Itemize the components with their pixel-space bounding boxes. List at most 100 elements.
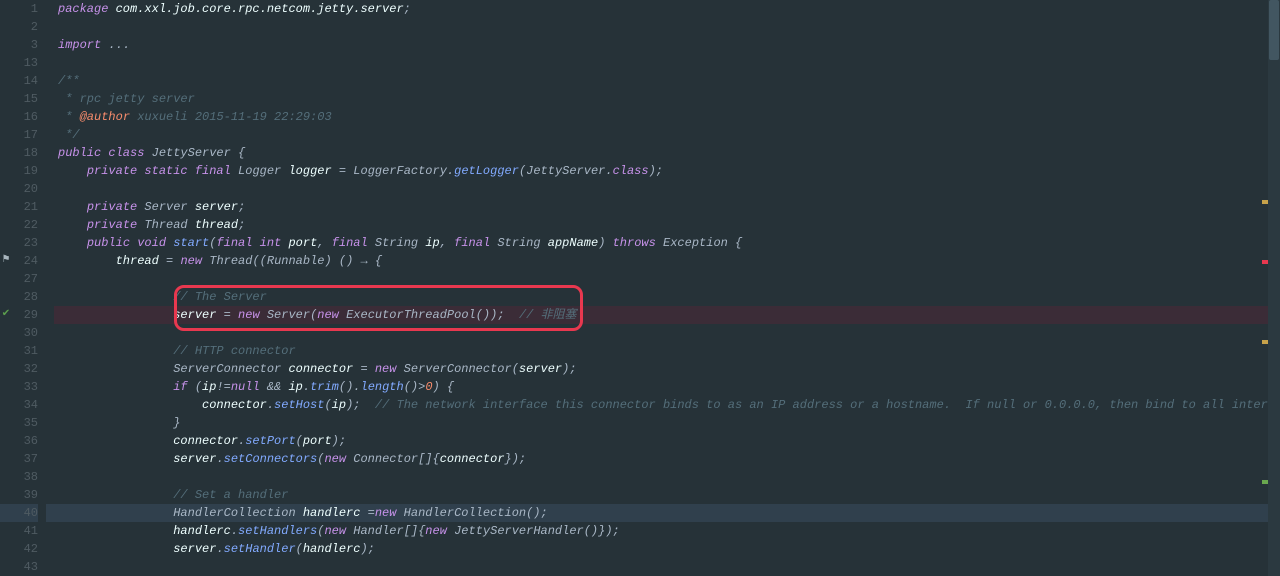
gutter-mark <box>0 378 12 396</box>
line-number[interactable]: 3 <box>12 36 38 54</box>
gutter-mark <box>0 414 12 432</box>
gutter-mark <box>0 54 12 72</box>
line-number[interactable]: 40 <box>12 504 38 522</box>
gutter-mark <box>0 162 12 180</box>
code-line[interactable] <box>54 468 1280 486</box>
code-line[interactable]: */ <box>54 126 1280 144</box>
gutter-mark <box>0 18 12 36</box>
code-line[interactable] <box>54 18 1280 36</box>
error-stripe-mark[interactable] <box>1262 480 1268 484</box>
line-number[interactable]: 32 <box>12 360 38 378</box>
code-line[interactable] <box>54 180 1280 198</box>
code-line[interactable]: private Thread thread; <box>54 216 1280 234</box>
code-line[interactable]: if (ip!=null && ip.trim().length()>0) { <box>54 378 1280 396</box>
line-number[interactable]: 14 <box>12 72 38 90</box>
gutter-mark <box>0 396 12 414</box>
code-line[interactable]: private Server server; <box>54 198 1280 216</box>
gutter-mark <box>0 486 12 504</box>
line-number[interactable]: 15 <box>12 90 38 108</box>
gutter-mark <box>0 522 12 540</box>
line-number[interactable]: 22 <box>12 216 38 234</box>
line-number[interactable]: 17 <box>12 126 38 144</box>
gutter-mark <box>0 180 12 198</box>
code-line[interactable]: connector.setHost(ip); // The network in… <box>54 396 1280 414</box>
line-number[interactable]: 34 <box>12 396 38 414</box>
line-number[interactable]: 1 <box>12 0 38 18</box>
line-number[interactable]: 28 <box>12 288 38 306</box>
line-number[interactable]: 2 <box>12 18 38 36</box>
line-number[interactable]: 31 <box>12 342 38 360</box>
gutter-mark <box>0 72 12 90</box>
gutter-mark <box>0 540 12 558</box>
code-editor[interactable]: ⚑✔ 1231314151617181920212223242728293031… <box>0 0 1280 576</box>
gutter-mark <box>0 342 12 360</box>
gutter-mark <box>0 234 12 252</box>
line-number-gutter[interactable]: 1231314151617181920212223242728293031323… <box>12 0 46 576</box>
line-number[interactable]: 36 <box>12 432 38 450</box>
code-line[interactable]: server.setConnectors(new Connector[]{con… <box>54 450 1280 468</box>
line-number[interactable]: 41 <box>12 522 38 540</box>
gutter-mark <box>0 324 12 342</box>
line-number[interactable]: 13 <box>12 54 38 72</box>
vertical-scrollbar[interactable]: ✓ <box>1268 0 1280 576</box>
error-stripe-mark[interactable] <box>1262 340 1268 344</box>
code-line[interactable]: import ... <box>54 36 1280 54</box>
code-line[interactable]: * rpc jetty server <box>54 90 1280 108</box>
error-stripe-mark[interactable] <box>1262 200 1268 204</box>
code-line[interactable]: connector.setPort(port); <box>54 432 1280 450</box>
gutter-mark <box>0 216 12 234</box>
code-line[interactable]: * @author xuxueli 2015-11-19 22:29:03 <box>54 108 1280 126</box>
line-number[interactable]: 39 <box>12 486 38 504</box>
code-line[interactable]: public void start(final int port, final … <box>54 234 1280 252</box>
line-number[interactable]: 42 <box>12 540 38 558</box>
scrollbar-thumb[interactable] <box>1269 0 1279 60</box>
fold-column[interactable] <box>46 0 54 576</box>
code-line[interactable]: package com.xxl.job.core.rpc.netcom.jett… <box>54 0 1280 18</box>
code-line[interactable]: handlerc.setHandlers(new Handler[]{new J… <box>54 522 1280 540</box>
line-number[interactable]: 16 <box>12 108 38 126</box>
line-number[interactable]: 23 <box>12 234 38 252</box>
line-number[interactable]: 35 <box>12 414 38 432</box>
line-number[interactable]: 24 <box>12 252 38 270</box>
code-line[interactable] <box>54 270 1280 288</box>
gutter-mark <box>0 468 12 486</box>
line-number[interactable]: 27 <box>12 270 38 288</box>
line-number[interactable]: 21 <box>12 198 38 216</box>
code-line[interactable]: ServerConnector connector = new ServerCo… <box>54 360 1280 378</box>
gutter-mark <box>0 288 12 306</box>
code-line[interactable]: public class JettyServer { <box>54 144 1280 162</box>
code-line[interactable]: /** <box>54 72 1280 90</box>
line-number[interactable]: 33 <box>12 378 38 396</box>
gutter-mark <box>0 504 12 522</box>
error-stripe-mark[interactable] <box>1262 260 1268 264</box>
code-line[interactable] <box>54 558 1280 576</box>
line-number[interactable]: 30 <box>12 324 38 342</box>
code-line[interactable]: } <box>54 414 1280 432</box>
line-number[interactable]: 19 <box>12 162 38 180</box>
gutter-mark <box>0 360 12 378</box>
gutter-mark <box>0 126 12 144</box>
code-line[interactable]: private static final Logger logger = Log… <box>54 162 1280 180</box>
line-number[interactable]: 20 <box>12 180 38 198</box>
marker-column: ⚑✔ <box>0 0 12 576</box>
line-number[interactable]: 29 <box>12 306 38 324</box>
error-stripe[interactable] <box>1262 0 1268 576</box>
code-line[interactable]: server = new Server(new ExecutorThreadPo… <box>54 306 1280 324</box>
line-number[interactable]: 43 <box>12 558 38 576</box>
code-line[interactable] <box>54 54 1280 72</box>
gutter-mark <box>0 144 12 162</box>
gutter-mark <box>0 36 12 54</box>
code-line[interactable]: // Set a handler <box>54 486 1280 504</box>
line-number[interactable]: 18 <box>12 144 38 162</box>
line-number[interactable]: 38 <box>12 468 38 486</box>
code-area[interactable]: package com.xxl.job.core.rpc.netcom.jett… <box>54 0 1280 576</box>
code-line[interactable]: thread = new Thread((Runnable) () → { <box>54 252 1280 270</box>
code-line[interactable]: HandlerCollection handlerc =new HandlerC… <box>54 504 1280 522</box>
code-line[interactable]: server.setHandler(handlerc); <box>54 540 1280 558</box>
code-line[interactable]: // The Server <box>54 288 1280 306</box>
gutter-mark <box>0 108 12 126</box>
code-line[interactable] <box>54 324 1280 342</box>
code-line[interactable]: // HTTP connector <box>54 342 1280 360</box>
gutter-mark <box>0 432 12 450</box>
line-number[interactable]: 37 <box>12 450 38 468</box>
